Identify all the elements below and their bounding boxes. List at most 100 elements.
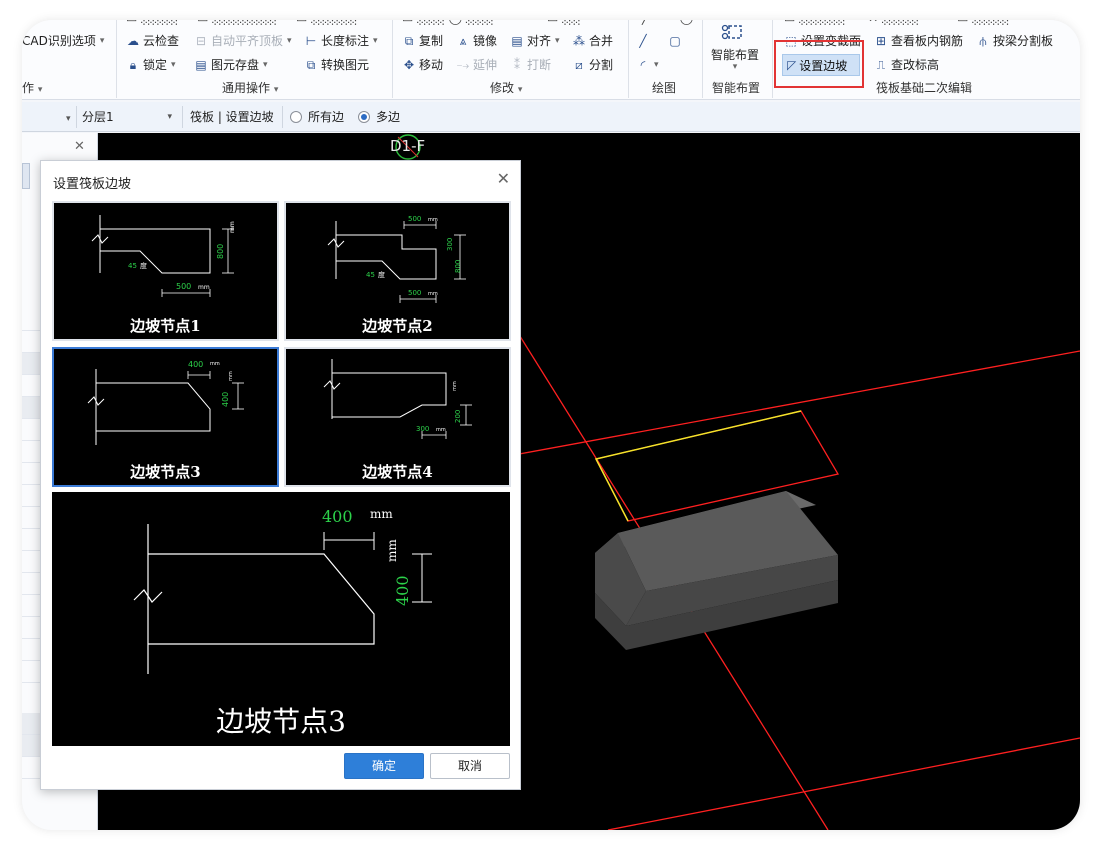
cloud-check-button[interactable]: ☁ 云检查 <box>126 32 179 50</box>
group-fragment-label: 作 <box>22 81 35 95</box>
lock-icon: 🔒︎ <box>129 58 137 72</box>
merge-icon: ⁂ <box>573 34 585 48</box>
radio-all-edges[interactable]: 所有边 <box>290 108 344 126</box>
extend-button[interactable]: ⤍ 延伸 <box>456 56 497 74</box>
slope-node-1-option[interactable]: 800 mm 45 度 500 mm 边坡节点1 <box>52 201 279 341</box>
chevron-down-icon[interactable]: ▾ <box>66 108 71 126</box>
ribbon-clipped-row-4: ▭ ░░░░░ ✕ ░░░░ ▭ ░░░░ <box>784 20 1009 27</box>
preview-height-text: 400 <box>393 575 412 606</box>
mirror-button[interactable]: ⩓ 镜像 <box>456 32 497 50</box>
slope-node-3-label: 边坡节点3 <box>130 463 201 481</box>
elevation-icon: ⎍ <box>876 58 886 72</box>
node-3-width-text: 400 <box>188 360 203 369</box>
node-1-width-text: 500 <box>176 282 191 291</box>
auto-flush-label: 自动平齐顶板 <box>211 34 284 48</box>
align-button[interactable]: ▤ 对齐 ▾ <box>510 32 559 50</box>
node-1-angle-text: 45 <box>128 262 137 270</box>
element-save-label: 图元存盘 <box>211 58 260 72</box>
radio-multi-edges[interactable]: 多边 <box>358 108 400 126</box>
slope-node-4-option[interactable]: 200 mm 300 mm 边坡节点4 <box>284 347 511 487</box>
node-4-height-text: 200 <box>454 410 462 423</box>
preview-label: 边坡节点3 <box>216 705 346 738</box>
preview-width-text: 400 <box>322 507 353 526</box>
node-2-bottom-width-text: 500 <box>408 289 421 297</box>
highlight-annotation-box <box>774 40 864 88</box>
chevron-down-icon: ▾ <box>171 60 176 70</box>
panel-tab[interactable] <box>22 163 30 189</box>
split-beam-icon: ⫛ <box>979 34 987 48</box>
merge-label: 合并 <box>589 34 614 48</box>
toolbar-separator <box>282 106 283 128</box>
group-label-raft-edit: 筏板基础二次编辑 <box>876 80 972 96</box>
preview-height-unit-text: mm <box>385 539 399 562</box>
group-label-smart: 智能布置 <box>712 80 760 96</box>
rebar-icon: ⊞ <box>875 34 887 48</box>
chevron-down-icon: ▾ <box>271 85 279 95</box>
length-mark-icon: ⊢ <box>305 34 317 48</box>
slope-node-2-option[interactable]: 500 mm 300 800 45 度 500 mm 边坡节点2 <box>284 201 511 341</box>
break-label: 打断 <box>527 58 552 72</box>
lock-label: 锁定 <box>143 58 168 72</box>
preview-width-unit-text: mm <box>370 507 393 521</box>
modify-group-label: 修改 <box>490 81 515 95</box>
flush-icon: ⊟ <box>195 34 207 48</box>
radio-selected-icon <box>358 111 370 123</box>
split-button[interactable]: ⧄ 分割 <box>572 56 613 74</box>
common-ops-group-label: 通用操作 <box>222 81 271 95</box>
convert-element-button[interactable]: ⧉ 转换图元 <box>304 56 369 74</box>
auto-flush-top-button[interactable]: ⊟ 自动平齐顶板 ▾ <box>194 32 292 50</box>
arc-icon: ◜ <box>640 58 646 72</box>
layer-select[interactable]: 分层1 ▾ <box>82 108 178 126</box>
node-2-bottom-unit-text: mm <box>428 291 438 297</box>
align-label: 对齐 <box>527 34 552 48</box>
node-1-height-text: 800 <box>216 244 225 259</box>
smart-layout-button[interactable]: 智能布置 ▾ <box>704 20 766 78</box>
slope-node-3-option[interactable]: 400 mm 400 mm 边坡节点3 <box>52 347 279 487</box>
node-3-height-unit-text: mm <box>228 371 234 381</box>
layer-select-value: 分层1 <box>82 110 114 124</box>
group-separator <box>628 20 629 98</box>
element-save-button[interactable]: ▤ 图元存盘 ▾ <box>194 56 267 74</box>
cancel-button[interactable]: 取消 <box>430 753 510 779</box>
mirror-icon: ⩓ <box>459 34 467 48</box>
chevron-down-icon: ▾ <box>654 60 659 70</box>
close-icon[interactable]: ✕ <box>74 139 85 154</box>
ribbon-clipped-row-3: ╱ ◯ <box>642 20 693 27</box>
slope-node-2-label: 边坡节点2 <box>362 317 433 335</box>
merge-button[interactable]: ⁂ 合并 <box>572 32 613 50</box>
ribbon-clipped-row-2: ▭ ░░░ ◯ ░░░ ▭ ░░ <box>402 20 581 27</box>
change-elevation-label: 查改标高 <box>891 58 940 72</box>
smart-layout-label: 智能布置 <box>710 48 759 62</box>
draw-arc-button[interactable]: ◜ ▾ <box>636 56 659 74</box>
move-button[interactable]: ✥ 移动 <box>402 56 443 74</box>
breadcrumb: 筏板 | 设置边坡 <box>190 110 274 124</box>
copy-button[interactable]: ⧉ 复制 <box>402 32 443 50</box>
node-3-width-unit-text: mm <box>210 361 220 367</box>
view-inner-rebar-button[interactable]: ⊞ 查看板内钢筋 <box>874 32 963 50</box>
toolbar-separator <box>182 106 183 128</box>
copy-label: 复制 <box>419 34 444 48</box>
radio-multi-label: 多边 <box>376 110 401 124</box>
cad-options-menu[interactable]: CAD识别选项 ▾ <box>22 32 104 50</box>
length-mark-button[interactable]: ⊢ 长度标注 ▾ <box>304 32 378 50</box>
convert-element-label: 转换图元 <box>321 58 370 72</box>
save-icon: ▤ <box>195 58 207 72</box>
break-button[interactable]: ⁑ 打断 <box>510 56 551 74</box>
chevron-down-icon: ▾ <box>287 36 292 46</box>
align-icon: ▤ <box>511 34 523 48</box>
draw-line-button[interactable]: ╱ <box>636 32 650 50</box>
ok-button[interactable]: 确定 <box>344 753 424 779</box>
node-3-height-text: 400 <box>221 392 230 407</box>
ribbon-clipped-row: ▭ ░░░░ ▭ ░░░░░░░ ▭ ░░░░░ <box>126 20 357 27</box>
group-label-draw: 绘图 <box>652 80 676 96</box>
split-by-beam-button[interactable]: ⫛ 按梁分割板 <box>976 32 1053 50</box>
draw-rect-button[interactable]: ▢ <box>668 32 682 50</box>
chevron-down-icon: ▾ <box>515 85 523 95</box>
line-icon: ╱ <box>639 34 647 48</box>
group-separator <box>116 20 117 98</box>
change-elevation-button[interactable]: ⎍ 查改标高 <box>874 56 939 74</box>
extend-label: 延伸 <box>473 58 498 72</box>
close-icon[interactable]: ✕ <box>497 169 510 188</box>
lock-button[interactable]: 🔒︎ 锁定 ▾ <box>126 56 176 74</box>
cloud-check-label: 云检查 <box>143 34 180 48</box>
